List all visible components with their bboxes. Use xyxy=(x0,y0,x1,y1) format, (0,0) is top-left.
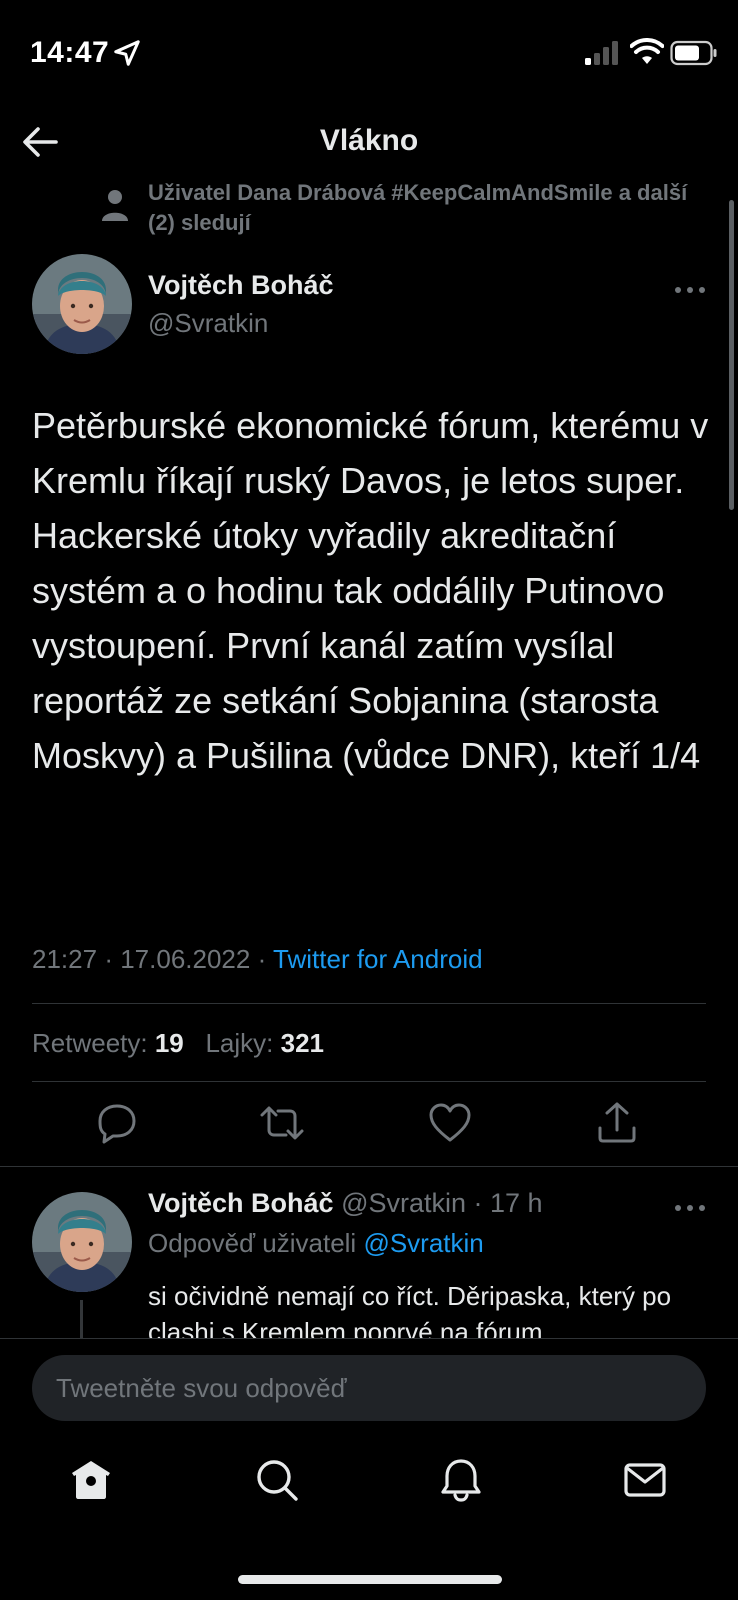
bell-icon[interactable] xyxy=(438,1457,484,1503)
reply-author-avatar[interactable] xyxy=(32,1192,132,1292)
meta-separator: · xyxy=(257,944,267,974)
status-bar: 14:47 xyxy=(0,0,738,100)
social-context[interactable]: Uživatel Dana Drábová #KeepCalmAndSmile … xyxy=(100,178,712,238)
divider xyxy=(0,1166,738,1167)
author-avatar[interactable] xyxy=(32,254,132,354)
author-handle[interactable]: @Svratkin xyxy=(148,308,268,339)
status-time: 14:47 xyxy=(30,36,110,69)
retweet-icon[interactable] xyxy=(259,1100,305,1146)
replying-to-label: Odpověď uživateli xyxy=(148,1228,357,1258)
heart-icon[interactable] xyxy=(427,1100,473,1146)
tab-bar xyxy=(0,1457,738,1517)
retweets-stat[interactable]: Retweety: 19 xyxy=(32,1028,191,1058)
reply-compose-input[interactable]: Tweetněte svou odpověď xyxy=(32,1355,706,1421)
reply-author-name[interactable]: Vojtěch Boháč xyxy=(148,1188,334,1218)
reply-text: si očividně nemají co říct. Děripaska, k… xyxy=(148,1281,672,1340)
battery-icon xyxy=(670,40,717,66)
replying-to-mention[interactable]: @Svratkin xyxy=(363,1228,483,1258)
tweet-time: 21:27 xyxy=(32,944,98,974)
tweet-actions xyxy=(0,1100,738,1152)
reply-time: · 17 h xyxy=(473,1188,543,1218)
retweets-label: Retweety: xyxy=(32,1028,148,1058)
ellipsis-icon[interactable] xyxy=(672,280,708,300)
wifi-icon xyxy=(630,38,664,64)
cellular-signal-icon xyxy=(585,41,618,65)
likes-stat[interactable]: Lajky: 321 xyxy=(205,1028,324,1058)
page-title: Vlákno xyxy=(319,124,419,157)
social-context-text: Uživatel Dana Drábová #KeepCalmAndSmile … xyxy=(148,180,688,235)
mail-icon[interactable] xyxy=(622,1457,668,1503)
likes-label: Lajky: xyxy=(205,1028,274,1058)
bottom-panel: Tweetněte svou odpověď xyxy=(0,1338,738,1600)
retweets-count: 19 xyxy=(154,1028,184,1058)
location-arrow-icon xyxy=(114,40,140,66)
ellipsis-icon[interactable] xyxy=(672,1198,708,1218)
scrollbar[interactable] xyxy=(729,200,734,510)
share-icon[interactable] xyxy=(594,1100,640,1146)
home-indicator[interactable] xyxy=(238,1575,502,1584)
home-icon[interactable] xyxy=(68,1457,114,1503)
person-icon xyxy=(102,190,128,221)
tweet-date: 17.06.2022 xyxy=(120,944,251,974)
thread-header: Vlákno xyxy=(0,110,738,176)
divider xyxy=(32,1003,706,1004)
thread-line xyxy=(80,1300,83,1340)
reply-author-handle[interactable]: @Svratkin xyxy=(341,1188,466,1218)
divider xyxy=(32,1081,706,1082)
author-name[interactable]: Vojtěch Boháč xyxy=(148,270,334,301)
search-icon[interactable] xyxy=(254,1457,300,1503)
comment-icon[interactable] xyxy=(94,1100,140,1146)
meta-separator: · xyxy=(104,944,113,974)
replying-to: Odpověď uživateli @Svratkin xyxy=(148,1228,484,1259)
tweet-timestamp: 21:27 · 17.06.2022 · Twitter for Android xyxy=(32,944,483,975)
reply-header: Vojtěch Boháč @Svratkin · 17 h xyxy=(148,1188,543,1219)
likes-count: 321 xyxy=(280,1028,324,1058)
tweet-stats: Retweety: 19 Lajky: 321 xyxy=(32,1028,324,1059)
tweet-source-link[interactable]: Twitter for Android xyxy=(273,944,483,974)
tweet-text: Petěrburské ekonomické fórum, kterému v … xyxy=(32,405,709,776)
